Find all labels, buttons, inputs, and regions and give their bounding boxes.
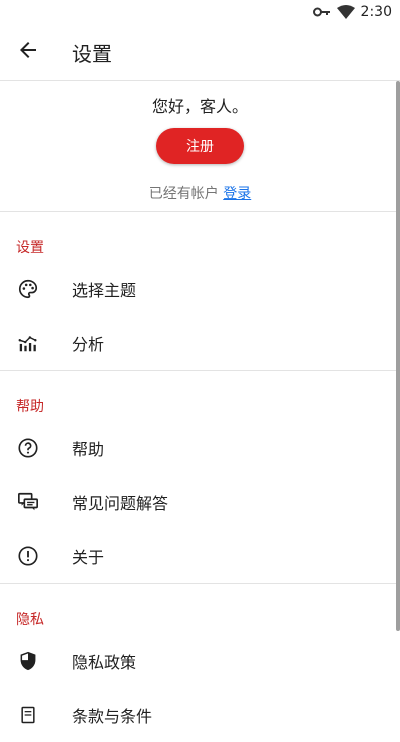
divider [0,80,400,81]
menu-item-help[interactable]: 帮助 [0,421,396,475]
faq-icon [16,490,40,514]
menu-item-label: 选择主题 [72,281,137,300]
arrow-back-icon [16,38,40,66]
key-icon [312,6,331,18]
have-account-text: 已经有帐户 [148,186,219,202]
menu-item-faq[interactable]: 常见问题解答 [0,475,396,529]
divider [0,370,400,371]
status-time: 2:30 [360,4,392,20]
palette-icon [16,277,40,301]
section-header-help: 帮助 [16,399,44,415]
page-title: 设置 [72,41,112,66]
menu-item-label: 关于 [72,548,105,567]
menu-item-about[interactable]: 关于 [0,529,396,583]
login-prompt: 已经有帐户 登录 [0,183,400,203]
info-icon [16,544,40,568]
menu-item-label: 常见问题解答 [72,494,169,513]
analytics-icon [16,331,40,355]
menu-item-label: 条款与条件 [72,707,153,726]
back-button[interactable] [0,24,56,80]
greeting-text: 您好，客人。 [151,97,248,116]
menu-item-label: 隐私政策 [72,653,137,672]
divider [0,211,400,212]
menu-item-analytics[interactable]: 分析 [0,316,396,370]
wifi-icon [336,5,355,19]
menu-item-privacy-policy[interactable]: 隐私政策 [0,634,396,688]
help-circle-icon [16,436,40,460]
menu-item-terms[interactable]: 条款与条件 [0,688,396,742]
section-header-privacy: 隐私 [16,612,44,628]
menu-item-label: 分析 [72,335,105,354]
app-bar: 设置 [0,24,400,80]
scrollbar[interactable] [396,81,400,631]
menu-item-label: 帮助 [72,440,105,459]
signup-button[interactable]: 注册 [156,128,244,164]
divider [0,583,400,584]
document-icon [16,703,40,727]
section-header-settings: 设置 [16,240,44,256]
status-bar: 2:30 [0,0,400,24]
shield-icon [16,649,40,673]
login-link[interactable]: 登录 [223,186,251,202]
menu-item-theme[interactable]: 选择主题 [0,262,396,316]
